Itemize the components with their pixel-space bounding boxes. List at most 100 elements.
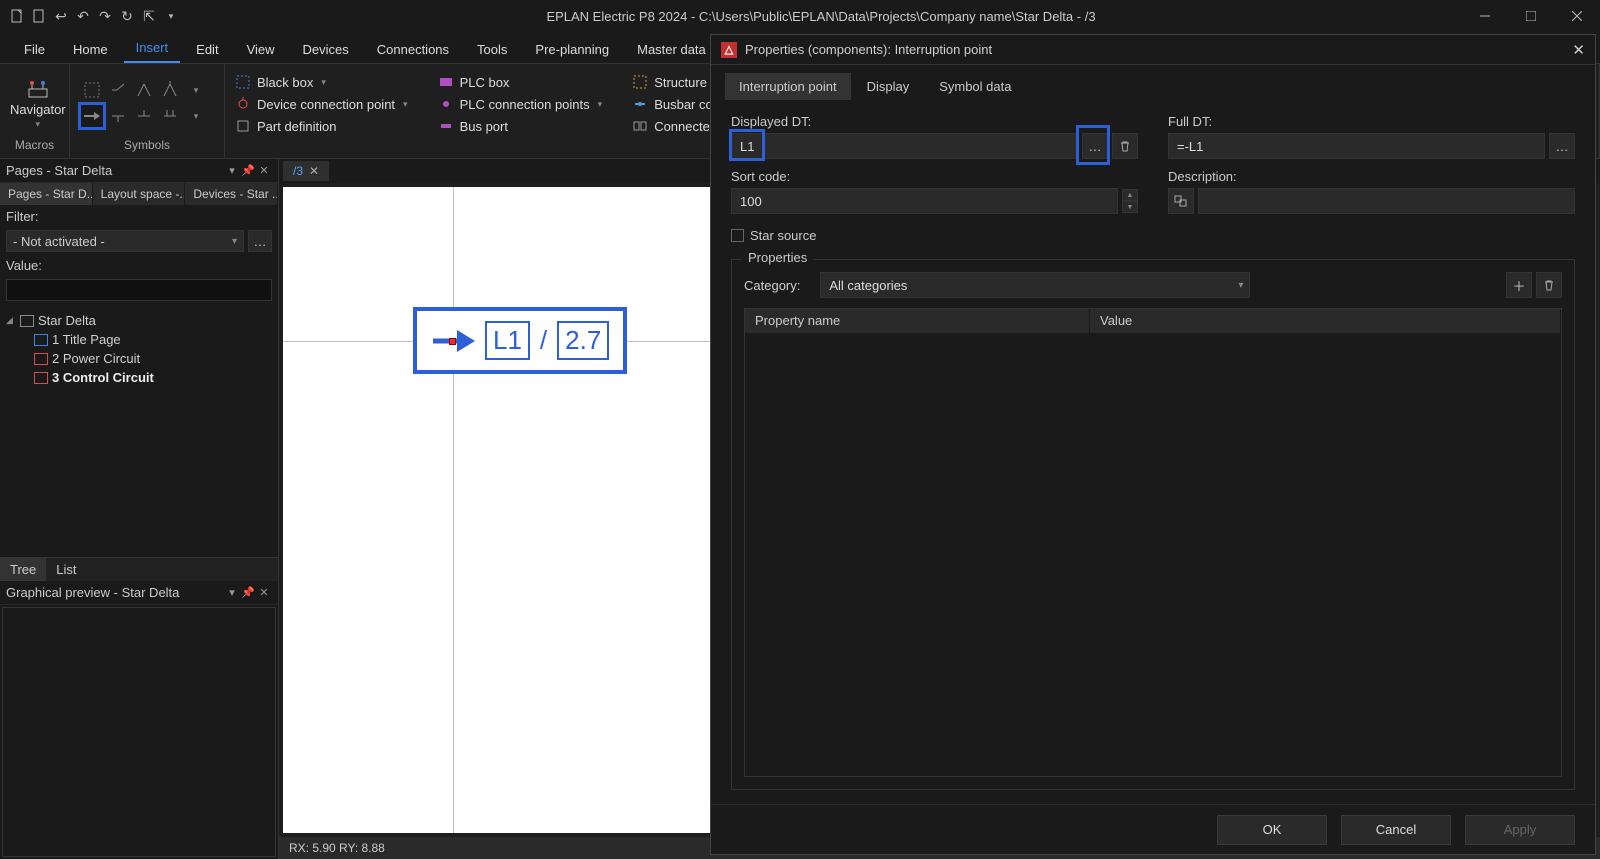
symbol-cell[interactable] [106,104,130,128]
qa-new2-icon[interactable] [30,7,48,25]
close-button[interactable] [1554,0,1600,32]
menu-view[interactable]: View [235,36,287,63]
navigator-button[interactable]: Navigator ▾ [10,76,66,130]
col-value[interactable]: Value [1090,309,1561,333]
pages-panel-title: Pages - Star Delta [6,163,112,178]
tree-page[interactable]: 1 Title Page [6,330,272,349]
qa-back-icon[interactable]: ↩ [52,7,70,25]
selection-handle[interactable] [449,338,456,345]
qa-export-icon[interactable]: ⇱ [140,7,158,25]
qa-undo-icon[interactable]: ↶ [74,7,92,25]
busbar-icon [632,96,648,112]
sort-code-input[interactable] [731,188,1118,214]
panel-tab-pages[interactable]: Pages - Star D... [0,183,93,205]
symbol-cell[interactable] [132,104,156,128]
pages-panel-header: Pages - Star Delta ▾ 📌 ✕ [0,159,278,183]
filter-select[interactable]: - Not activated - [6,230,244,252]
star-source-checkbox-row[interactable]: Star source [731,228,1575,243]
tab-close-icon[interactable]: ✕ [309,164,319,178]
menu-insert[interactable]: Insert [124,34,181,63]
device-conn-icon [235,96,251,112]
panel-tab-devices[interactable]: Devices - Star ... [185,183,278,205]
black-box-button[interactable]: Black box▾ [235,74,408,90]
qa-dropdown-icon[interactable]: ▾ [162,7,180,25]
plc-box-button[interactable]: PLC box [438,74,603,90]
symbol-cell[interactable] [158,78,182,102]
document-tab[interactable]: /3 ✕ [283,161,329,181]
ribbon-group-symbols: Symbols [80,138,214,154]
qa-redo-icon[interactable]: ↷ [96,7,114,25]
symbol-cell[interactable]: ▾ [184,104,208,128]
minimize-button[interactable] [1462,0,1508,32]
grid-line [453,187,454,833]
spinner-up[interactable]: ▲ [1122,189,1138,201]
tab-interruption-point[interactable]: Interruption point [725,73,851,100]
maximize-button[interactable] [1508,0,1554,32]
menu-tools[interactable]: Tools [465,36,519,63]
tree-page[interactable]: 2 Power Circuit [6,349,272,368]
spinner-down[interactable]: ▼ [1122,201,1138,213]
part-definition-button[interactable]: Part definition [235,118,408,134]
menu-edit[interactable]: Edit [184,36,230,63]
panel-pin-icon[interactable]: 📌 [240,586,256,599]
menu-file[interactable]: File [12,36,57,63]
description-translate-button[interactable] [1168,188,1194,214]
symbol-cell[interactable]: ▾ [184,78,208,102]
panel-pin-icon[interactable]: 📌 [240,164,256,177]
symbol-interruption-point[interactable] [80,104,104,128]
displayed-dt-input[interactable] [731,133,1078,159]
symbol-dt-text: L1 [485,321,530,360]
device-connection-button[interactable]: Device connection point▾ [235,96,408,112]
property-table[interactable]: Property name Value [744,308,1562,777]
col-property-name[interactable]: Property name [745,309,1090,333]
connected-fn-icon [632,118,648,134]
full-dt-browse-button[interactable]: … [1549,133,1575,159]
symbol-cell[interactable] [158,104,182,128]
cancel-button[interactable]: Cancel [1341,815,1451,845]
qa-refresh-icon[interactable]: ↻ [118,7,136,25]
symbol-cell[interactable] [132,78,156,102]
category-label: Category: [744,278,800,293]
value-input[interactable] [6,279,272,301]
part-def-icon [235,118,251,134]
description-input[interactable] [1198,188,1575,214]
menu-devices[interactable]: Devices [291,36,361,63]
tab-symbol-data[interactable]: Symbol data [925,73,1025,100]
preview-panel-header: Graphical preview - Star Delta ▾ 📌 ✕ [0,581,278,605]
symbol-cell[interactable] [80,78,104,102]
structure-box-icon [632,74,648,90]
panel-dropdown-icon[interactable]: ▾ [224,164,240,177]
full-dt-input[interactable] [1168,133,1545,159]
ok-button[interactable]: OK [1217,815,1327,845]
panel-tab-layout[interactable]: Layout space -... [93,183,186,205]
filter-more-button[interactable]: … [248,230,272,252]
tab-display[interactable]: Display [853,73,924,100]
category-select[interactable]: All categories [820,272,1250,298]
plc-conn-button[interactable]: PLC connection points▾ [438,96,603,112]
menu-home[interactable]: Home [61,36,120,63]
bottom-tab-tree[interactable]: Tree [0,558,46,581]
apply-button[interactable]: Apply [1465,815,1575,845]
delete-property-button[interactable] [1536,272,1562,298]
navigator-label: Navigator [10,102,66,117]
filter-label: Filter: [0,205,278,228]
interruption-point-symbol[interactable]: L1 / 2.7 [413,307,627,374]
menu-connections[interactable]: Connections [365,36,461,63]
displayed-dt-browse-button[interactable]: … [1082,133,1108,159]
panel-dropdown-icon[interactable]: ▾ [224,586,240,599]
panel-close-icon[interactable]: ✕ [256,586,272,599]
qa-new-icon[interactable] [8,7,26,25]
panel-close-icon[interactable]: ✕ [256,164,272,177]
tree-page-active[interactable]: 3 Control Circuit [6,368,272,387]
dialog-close-icon[interactable]: ✕ [1572,41,1585,59]
displayed-dt-delete-button[interactable] [1112,133,1138,159]
menu-preplanning[interactable]: Pre-planning [523,36,621,63]
symbol-cell[interactable] [106,78,130,102]
tree-root[interactable]: ◢ Star Delta [6,311,272,330]
bus-port-button[interactable]: Bus port [438,118,603,134]
star-source-checkbox[interactable] [731,229,744,242]
bottom-tab-list[interactable]: List [46,558,86,581]
add-property-button[interactable]: ＋ [1506,272,1532,298]
dialog-titlebar[interactable]: △ Properties (components): Interruption … [711,35,1595,65]
menu-masterdata[interactable]: Master data [625,36,718,63]
